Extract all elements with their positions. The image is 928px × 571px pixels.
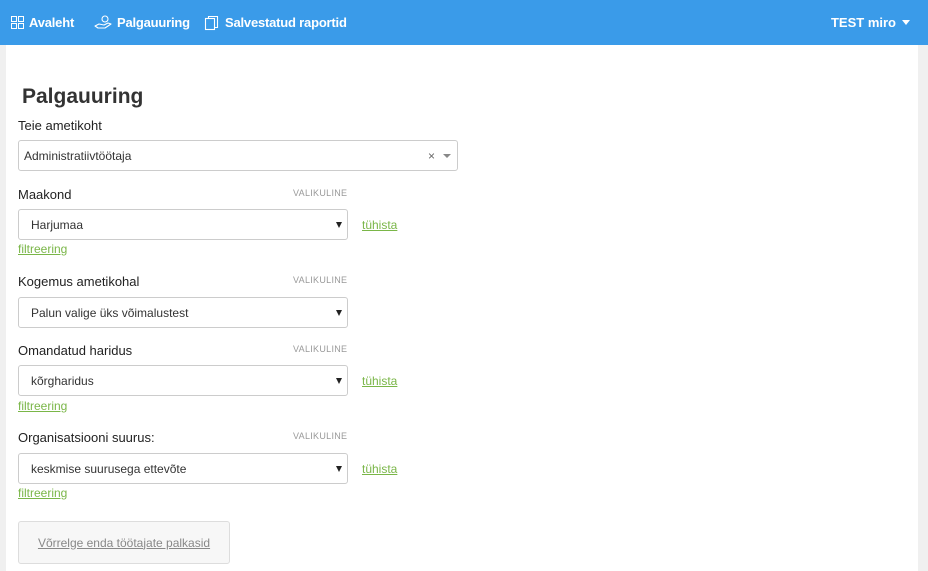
user-name: TEST miro	[830, 15, 896, 30]
org-size-select-value: keskmise suurusega ettevõte	[31, 461, 187, 476]
org-size-filter-link[interactable]: filtreering	[18, 486, 67, 500]
compare-salaries-button[interactable]: Võrrelge enda töötajate palkasid	[18, 521, 230, 564]
caret-down-icon	[902, 20, 910, 25]
chevron-down-icon	[336, 222, 342, 228]
position-select-value: Administratiivtöötaja	[24, 148, 132, 163]
experience-optional-tag: VALIKULINE	[293, 275, 348, 285]
org-size-label: Organisatsiooni suurus:	[18, 430, 155, 445]
nav-saved-reports[interactable]: Salvestatud raportid	[204, 0, 347, 45]
documents-icon	[204, 15, 219, 30]
position-select[interactable]: Administratiivtöötaja ×	[18, 140, 458, 171]
experience-select-value: Palun valige üks võimalustest	[31, 305, 189, 320]
education-label: Omandatud haridus	[18, 343, 133, 358]
chevron-down-icon	[336, 310, 342, 316]
hand-coin-icon	[94, 14, 112, 29]
grid-icon	[11, 16, 24, 29]
county-select[interactable]: Harjumaa	[18, 209, 348, 240]
county-optional-tag: VALIKULINE	[293, 188, 348, 198]
education-select[interactable]: kõrgharidus	[18, 365, 348, 396]
org-size-select[interactable]: keskmise suurusega ettevõte	[18, 453, 348, 484]
county-filter-link[interactable]: filtreering	[18, 242, 67, 256]
chevron-down-icon	[336, 378, 342, 384]
position-label: Teie ametikoht	[18, 118, 102, 133]
clear-icon[interactable]: ×	[428, 150, 435, 162]
org-size-reset-link[interactable]: tühista	[362, 462, 397, 476]
page-title: Palgauuring	[22, 85, 144, 108]
county-reset-link[interactable]: tühista	[362, 218, 397, 232]
nav-salary-survey[interactable]: Palgauuring	[94, 0, 190, 45]
nav-reports-label: Salvestatud raportid	[225, 15, 347, 30]
county-select-value: Harjumaa	[31, 217, 84, 232]
chevron-down-icon	[336, 466, 342, 472]
education-reset-link[interactable]: tühista	[362, 374, 397, 388]
education-select-value: kõrgharidus	[31, 373, 94, 388]
county-label: Maakond	[18, 187, 72, 202]
org-size-optional-tag: VALIKULINE	[293, 431, 348, 441]
nav-home[interactable]: Avaleht	[11, 0, 74, 45]
nav-survey-label: Palgauuring	[117, 15, 190, 30]
nav-home-label: Avaleht	[29, 15, 75, 30]
experience-label: Kogemus ametikohal	[18, 274, 140, 289]
education-filter-link[interactable]: filtreering	[18, 399, 67, 413]
chevron-down-icon	[443, 154, 451, 158]
education-optional-tag: VALIKULINE	[293, 344, 348, 354]
top-navbar: Avaleht Palgauuring Salvestatud raportid…	[0, 0, 928, 45]
experience-select[interactable]: Palun valige üks võimalustest	[18, 297, 348, 328]
user-menu[interactable]: TEST miro	[831, 0, 910, 45]
